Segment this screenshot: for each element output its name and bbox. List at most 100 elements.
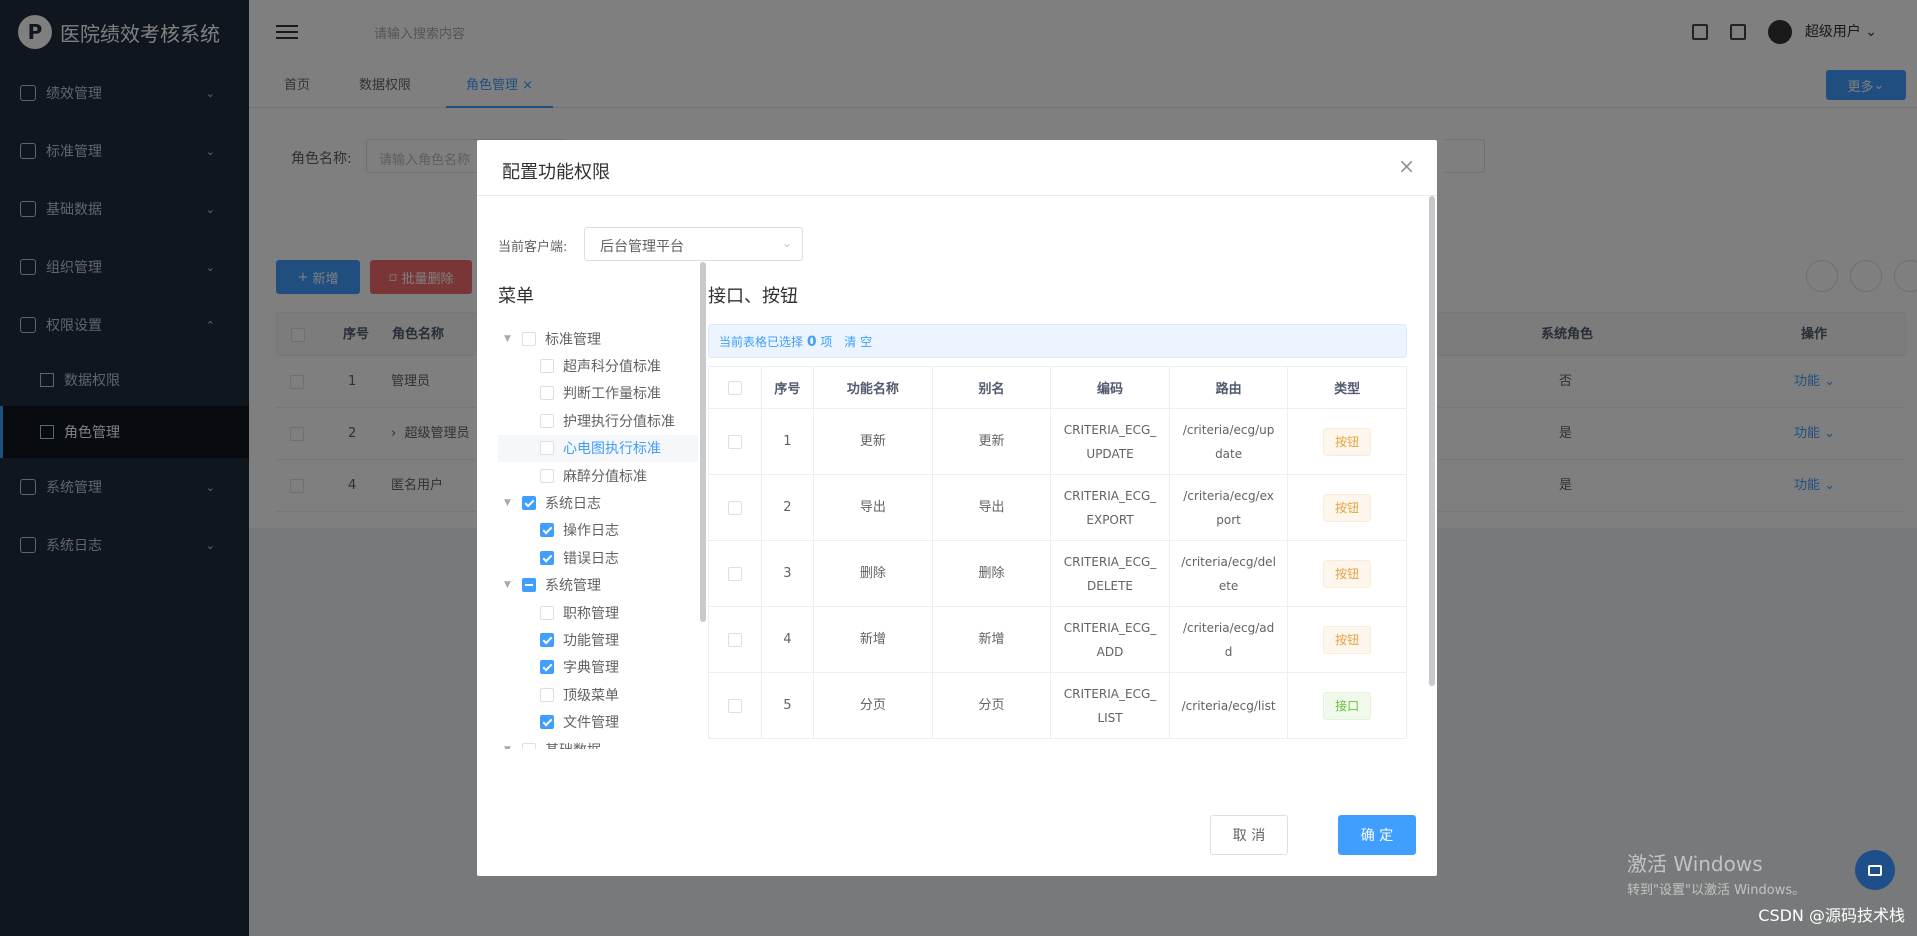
clear-selection-link[interactable]: 清 空 [844, 335, 872, 349]
tree-node[interactable]: 护理执行分值标准 [498, 407, 698, 434]
row-function-name: 分页 [813, 672, 933, 739]
row-route: /criteria/ecg/add [1169, 606, 1289, 673]
camera-icon[interactable] [1855, 850, 1895, 890]
table-row: 1 更新 更新 CRITERIA_ECG_UPDATE/criteria/ecg/up… [708, 408, 1407, 475]
tree-node-label: 麻醉分值标准 [563, 468, 647, 485]
row-function-name: 更新 [813, 408, 933, 475]
tree-checkbox[interactable] [540, 660, 554, 675]
row-seq: 2 [761, 474, 815, 541]
close-icon[interactable]: × [1398, 154, 1415, 178]
tree-node-label: 判断工作量标准 [563, 386, 661, 403]
row-seq: 5 [761, 672, 815, 739]
col-seq: 序号 [761, 366, 815, 409]
row-code: CRITERIA_ECG_DELETE [1050, 540, 1170, 607]
tree-checkbox[interactable] [540, 523, 554, 538]
tree-node[interactable]: 字典管理 [498, 654, 698, 681]
tree-checkbox[interactable] [522, 578, 536, 593]
windows-watermark: 激活 Windows 转到"设置"以激活 Windows。 [1627, 848, 1805, 898]
tree-checkbox[interactable] [540, 441, 554, 456]
tree-checkbox[interactable] [540, 632, 554, 647]
table-row: 4 新增 新增 CRITERIA_ECG_ADD/criteria/ecg/add 按钮 [708, 606, 1407, 673]
row-code: CRITERIA_ECG_LIST [1050, 672, 1170, 739]
tree-node[interactable]: 职称管理 [498, 599, 698, 626]
tree-checkbox[interactable] [540, 413, 554, 428]
tree-node[interactable]: 判断工作量标准 [498, 380, 698, 407]
tree-node[interactable]: ▼ 系统管理 [498, 572, 698, 599]
tree-node-label: 心电图执行标准 [563, 441, 661, 458]
row-checkbox[interactable] [727, 633, 742, 647]
tree-checkbox[interactable] [540, 715, 554, 730]
table-row: 2 导出 导出 CRITERIA_ECG_EXPORT/criteria/ecg/ex… [708, 474, 1407, 541]
tree-checkbox[interactable] [540, 359, 554, 374]
tree-checkbox[interactable] [522, 742, 536, 749]
caret-down-icon[interactable]: ▼ [504, 334, 516, 344]
row-function-name: 删除 [813, 540, 933, 607]
caret-down-icon[interactable]: ▼ [504, 580, 516, 590]
row-checkbox[interactable] [727, 501, 742, 515]
tree-node[interactable]: 心电图执行标准 [498, 434, 698, 462]
tree-node[interactable]: 操作日志 [498, 517, 698, 544]
row-route: /criteria/ecg/export [1169, 474, 1289, 541]
tree-node-label: 字典管理 [563, 660, 619, 677]
tree-checkbox[interactable] [540, 687, 554, 702]
selection-info: 当前表格已选择 0 项 清 空 [708, 324, 1407, 358]
tree-node-label: 功能管理 [563, 632, 619, 649]
tree-node[interactable]: ▼ 系统日志 [498, 489, 698, 516]
row-checkbox[interactable] [727, 567, 742, 581]
row-alias: 更新 [932, 408, 1052, 475]
tree-checkbox[interactable] [522, 331, 536, 346]
client-label: 当前客户端: [498, 240, 568, 255]
row-route: /criteria/ecg/delete [1169, 540, 1289, 607]
tree-node[interactable]: 超声科分值标准 [498, 352, 698, 379]
row-code: CRITERIA_ECG_EXPORT [1050, 474, 1170, 541]
row-seq: 4 [761, 606, 815, 673]
row-checkbox[interactable] [727, 435, 742, 449]
type-badge: 按钮 [1323, 625, 1372, 654]
col-function-name: 功能名称 [813, 366, 933, 409]
menu-tree: ▼ 标准管理超声科分值标准 判断工作量标准护理执行分值标准心电图执行标准 麻醉分值标准… [498, 325, 698, 749]
tree-node-label: 基础数据 [545, 740, 601, 749]
selection-count: 0 [806, 334, 817, 350]
dialog-title: 配置功能权限 [502, 162, 610, 183]
row-route: /criteria/ecg/list [1169, 672, 1289, 739]
cancel-button[interactable]: 取 消 [1210, 815, 1288, 855]
dialog-scrollbar[interactable] [1429, 196, 1435, 686]
tree-node[interactable]: 错误日志 [498, 544, 698, 571]
tree-checkbox[interactable] [540, 386, 554, 401]
tree-checkbox[interactable] [522, 496, 536, 511]
permission-dialog: 配置功能权限 × 当前客户端: 后台管理平台 ⌄ 菜单 ▼ 标准管理超声科分值标准… [477, 140, 1437, 876]
tree-node[interactable]: 顶级菜单 [498, 681, 698, 708]
tree-node-label: 超声科分值标准 [563, 359, 661, 376]
row-seq: 3 [761, 540, 815, 607]
type-badge: 按钮 [1323, 427, 1372, 456]
tree-node-label: 操作日志 [563, 523, 619, 540]
tree-scrollbar[interactable] [700, 262, 706, 622]
col-alias: 别名 [932, 366, 1052, 409]
tree-node-label: 系统日志 [545, 496, 601, 513]
row-checkbox[interactable] [727, 699, 742, 713]
row-type: 按钮 [1287, 408, 1407, 475]
type-badge: 接口 [1323, 691, 1372, 720]
tree-checkbox[interactable] [540, 605, 554, 620]
row-type: 按钮 [1287, 474, 1407, 541]
tree-node[interactable]: 文件管理 [498, 708, 698, 735]
caret-down-icon[interactable]: ▼ [504, 498, 516, 508]
row-code: CRITERIA_ECG_ADD [1050, 606, 1170, 673]
tree-node[interactable]: 功能管理 [498, 626, 698, 653]
tree-checkbox[interactable] [540, 550, 554, 565]
dialog-header: 配置功能权限 × [477, 140, 1437, 196]
tree-checkbox[interactable] [540, 468, 554, 483]
confirm-button[interactable]: 确 定 [1338, 815, 1416, 855]
menu-title: 菜单 [498, 286, 534, 307]
row-alias: 删除 [932, 540, 1052, 607]
tree-node[interactable]: ▼ 标准管理 [498, 325, 698, 352]
caret-down-icon[interactable]: ▼ [504, 745, 516, 749]
table-row: 3 删除 删除 CRITERIA_ECG_DELETE/criteria/ecg/de… [708, 540, 1407, 607]
select-all-checkbox[interactable] [727, 380, 742, 395]
chevron-down-icon: ⌄ [781, 236, 792, 250]
client-select[interactable]: 后台管理平台 ⌄ [584, 227, 803, 261]
row-function-name: 导出 [813, 474, 933, 541]
tree-node[interactable]: 麻醉分值标准 [498, 462, 698, 489]
tree-node[interactable]: ▼ 基础数据 [498, 736, 698, 749]
watermark-line1: 激活 Windows [1627, 852, 1763, 876]
